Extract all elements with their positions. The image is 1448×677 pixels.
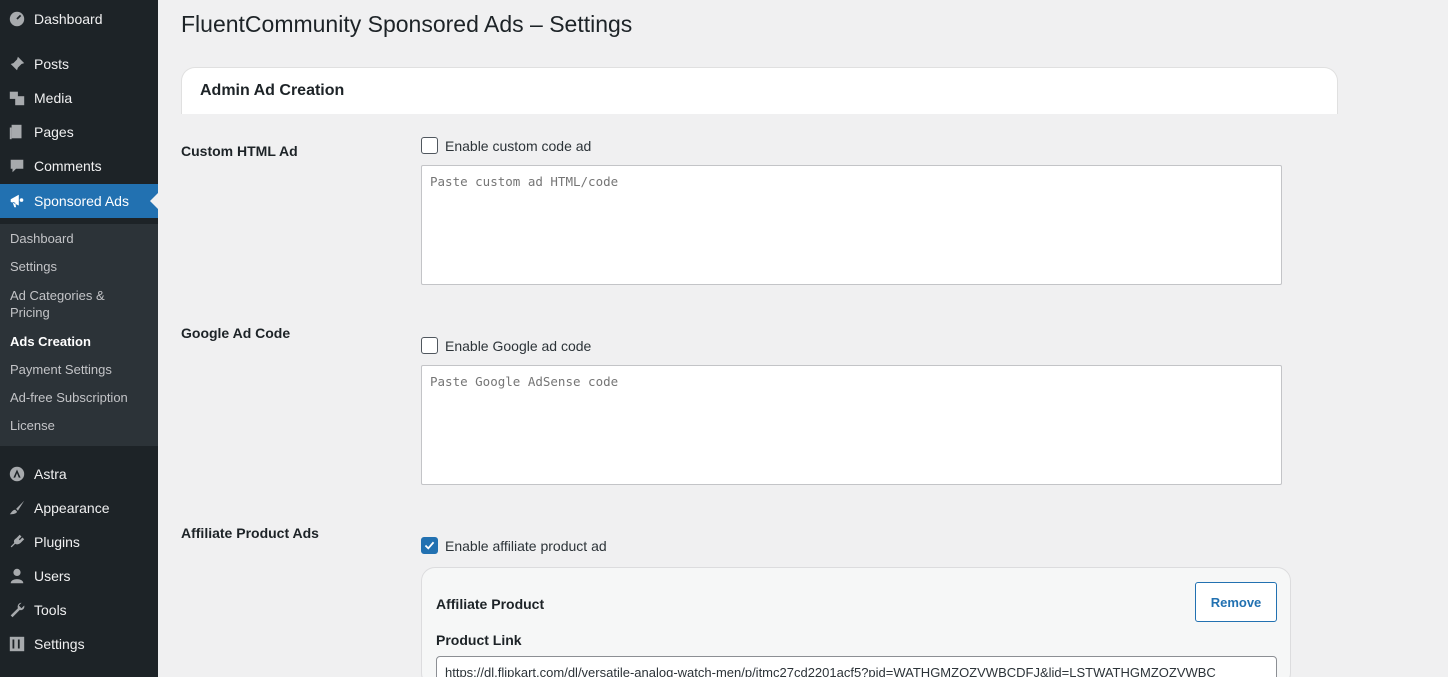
sidebar-item-label: Plugins xyxy=(34,534,80,550)
affiliate-product-title: Affiliate Product xyxy=(436,596,545,612)
enable-google-code-label: Enable Google ad code xyxy=(445,337,592,354)
sponsored-ads-submenu: Dashboard Settings Ad Categories & Prici… xyxy=(0,224,158,446)
sidebar-item-users[interactable]: Users xyxy=(0,559,158,593)
pages-icon xyxy=(0,123,34,141)
sidebar-item-plugins[interactable]: Plugins xyxy=(0,525,158,559)
custom-html-textarea[interactable] xyxy=(421,165,1282,285)
submenu-item-ad-categories[interactable]: Ad Categories & Pricing xyxy=(10,287,120,321)
submenu-item-license[interactable]: License xyxy=(10,417,150,434)
page-title: FluentCommunity Sponsored Ads – Settings xyxy=(181,11,633,37)
admin-sidebar: Dashboard Posts Media Pages Comments Spo… xyxy=(0,0,158,677)
comments-icon xyxy=(0,157,34,175)
megaphone-icon xyxy=(0,192,34,210)
enable-custom-code-label: Enable custom code ad xyxy=(445,137,592,154)
sidebar-item-label: Sponsored Ads xyxy=(34,193,129,209)
sidebar-item-posts[interactable]: Posts xyxy=(0,47,158,81)
sidebar-item-label: Settings xyxy=(34,636,85,652)
google-ad-code-label: Google Ad Code xyxy=(181,325,291,341)
astra-icon xyxy=(0,465,34,483)
submenu-item-ad-free-subscription[interactable]: Ad-free Subscription xyxy=(10,389,150,406)
dashboard-icon xyxy=(0,10,34,28)
custom-html-ad-label: Custom HTML Ad xyxy=(181,143,298,159)
wrench-icon xyxy=(0,601,34,619)
enable-google-code-row[interactable]: Enable Google ad code xyxy=(421,337,591,354)
product-link-label: Product Link xyxy=(436,632,522,648)
sidebar-item-tools[interactable]: Tools xyxy=(0,593,158,627)
sidebar-item-comments[interactable]: Comments xyxy=(0,149,158,183)
user-icon xyxy=(0,567,34,585)
card-header: Admin Ad Creation xyxy=(181,67,1338,114)
enable-custom-code-checkbox[interactable] xyxy=(421,137,438,154)
sidebar-item-label: Dashboard xyxy=(34,11,103,27)
sidebar-item-label: Pages xyxy=(34,124,74,140)
active-indicator xyxy=(150,193,158,209)
sidebar-item-appearance[interactable]: Appearance xyxy=(0,491,158,525)
remove-button[interactable]: Remove xyxy=(1195,582,1277,622)
brush-icon xyxy=(0,499,34,517)
card-title: Admin Ad Creation xyxy=(200,82,345,99)
submenu-item-dashboard[interactable]: Dashboard xyxy=(10,230,150,247)
sidebar-item-label: Posts xyxy=(34,56,70,72)
affiliate-product-box: Affiliate Product Remove Product Link ht… xyxy=(421,567,1291,677)
affiliate-product-ads-label: Affiliate Product Ads xyxy=(181,525,319,541)
sidebar-item-label: Media xyxy=(34,90,73,106)
media-icon xyxy=(0,89,34,107)
sidebar-item-label: Appearance xyxy=(34,500,110,516)
checkmark-icon xyxy=(424,541,435,550)
settings-icon xyxy=(0,635,34,653)
sidebar-item-settings[interactable]: Settings xyxy=(0,627,158,661)
submenu-item-payment-settings[interactable]: Payment Settings xyxy=(10,361,150,378)
enable-affiliate-label: Enable affiliate product ad xyxy=(445,537,607,554)
enable-google-code-checkbox[interactable] xyxy=(421,337,438,354)
google-adsense-textarea[interactable] xyxy=(421,365,1282,485)
sidebar-item-label: Tools xyxy=(34,602,67,618)
sidebar-item-astra[interactable]: Astra xyxy=(0,457,158,491)
sidebar-item-pages[interactable]: Pages xyxy=(0,115,158,149)
submenu-item-settings[interactable]: Settings xyxy=(10,258,150,275)
pin-icon xyxy=(0,55,34,73)
plug-icon xyxy=(0,533,34,551)
enable-affiliate-row[interactable]: Enable affiliate product ad xyxy=(421,537,607,554)
enable-affiliate-checkbox[interactable] xyxy=(421,537,438,554)
sidebar-item-dashboard[interactable]: Dashboard xyxy=(0,2,158,36)
product-link-input[interactable]: https://dl.flipkart.com/dl/versatile-ana… xyxy=(436,656,1277,677)
sidebar-item-label: Comments xyxy=(34,158,102,174)
sidebar-item-label: Astra xyxy=(34,466,67,482)
sidebar-item-sponsored-ads[interactable]: Sponsored Ads xyxy=(0,184,158,218)
sidebar-item-label: Users xyxy=(34,568,71,584)
submenu-item-ads-creation[interactable]: Ads Creation xyxy=(10,333,150,350)
enable-custom-code-row[interactable]: Enable custom code ad xyxy=(421,137,591,154)
sidebar-item-media[interactable]: Media xyxy=(0,81,158,115)
